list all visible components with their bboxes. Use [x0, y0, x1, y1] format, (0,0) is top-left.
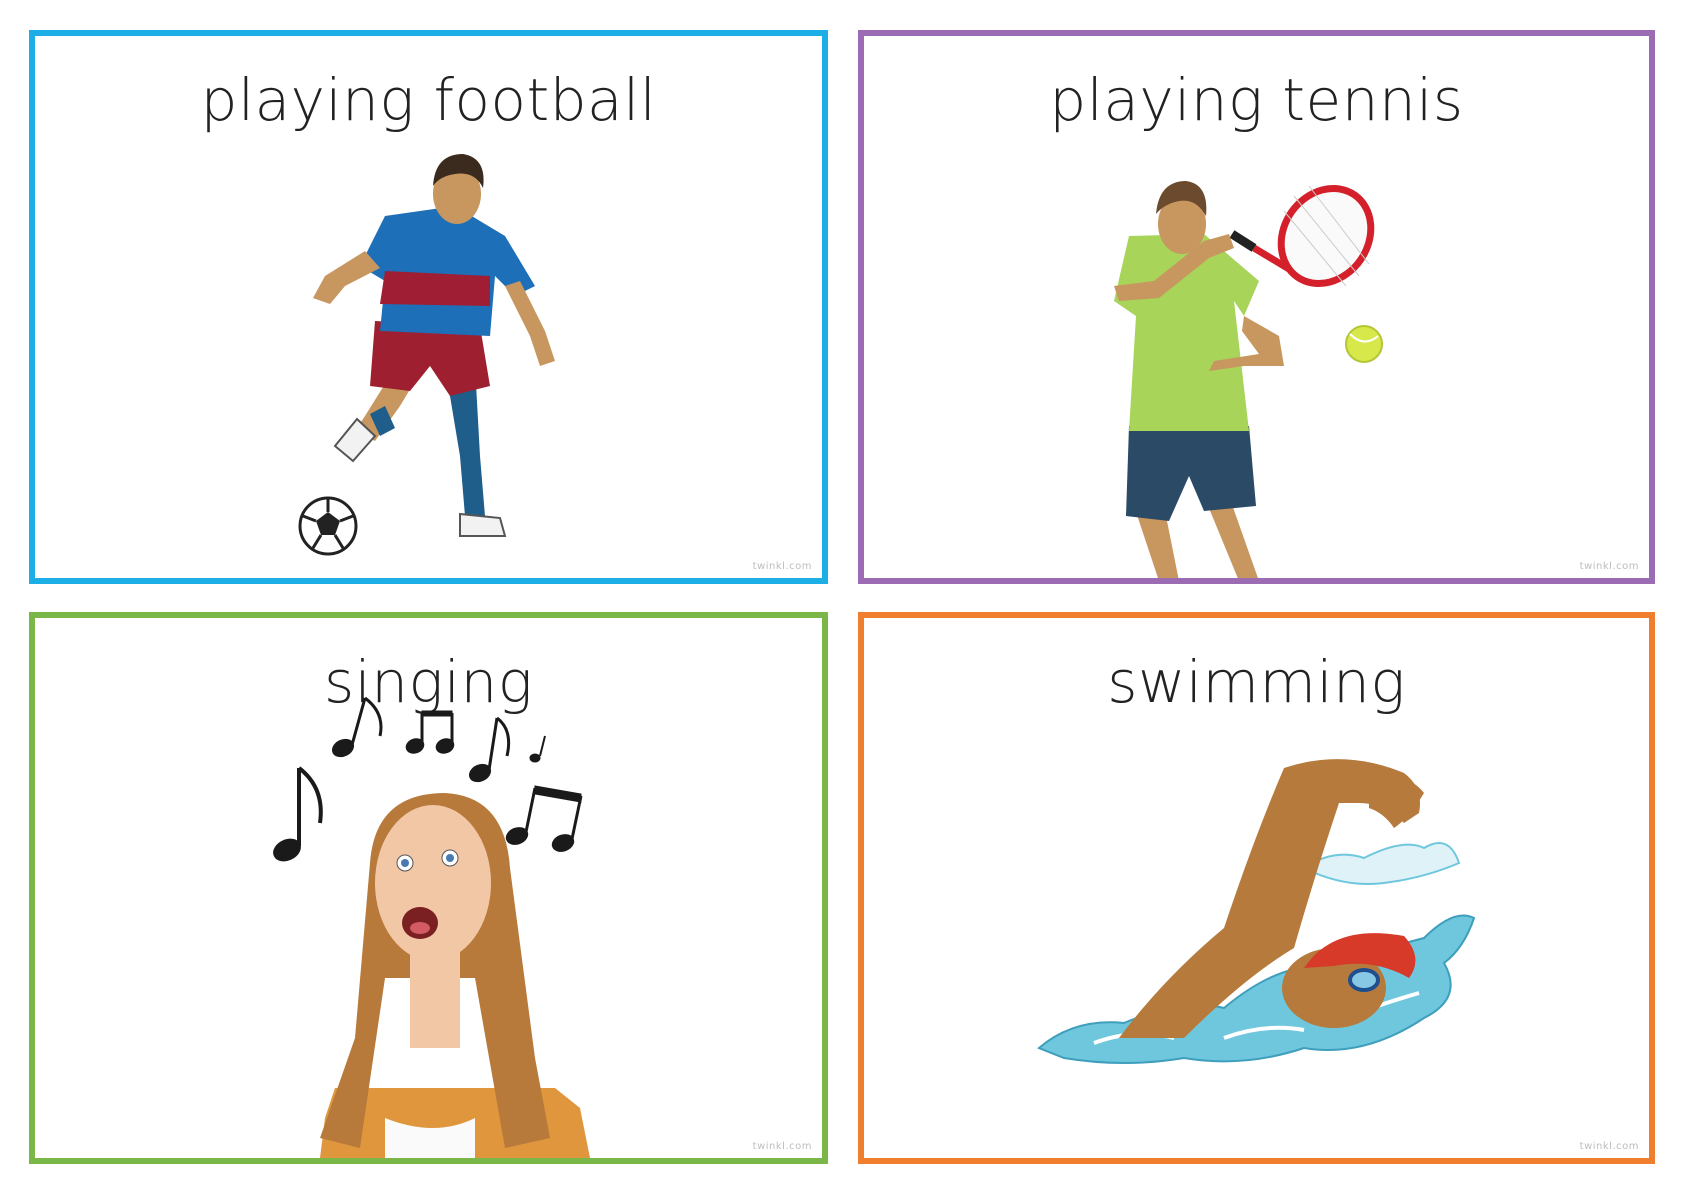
flashcard-playing-football: playing football twinkl.com [29, 30, 828, 584]
flashcard-swimming: swimming twinkl.com [858, 612, 1655, 1164]
flashcard-singing: singing twinkl.com [29, 612, 828, 1164]
flashcard-playing-tennis: playing tennis twinkl.com [858, 30, 1655, 584]
tennis-ball-icon [1345, 325, 1383, 363]
singer-illustration [273, 696, 590, 1158]
watermark: twinkl.com [752, 1141, 812, 1152]
watermark: twinkl.com [1579, 561, 1639, 572]
watermark: twinkl.com [1579, 1141, 1639, 1152]
watermark: twinkl.com [752, 561, 812, 572]
football-icon [298, 496, 358, 556]
swimmer-illustration [1037, 759, 1476, 1064]
footballer-illustration [298, 154, 555, 556]
tennis-player-illustration [1114, 181, 1383, 578]
